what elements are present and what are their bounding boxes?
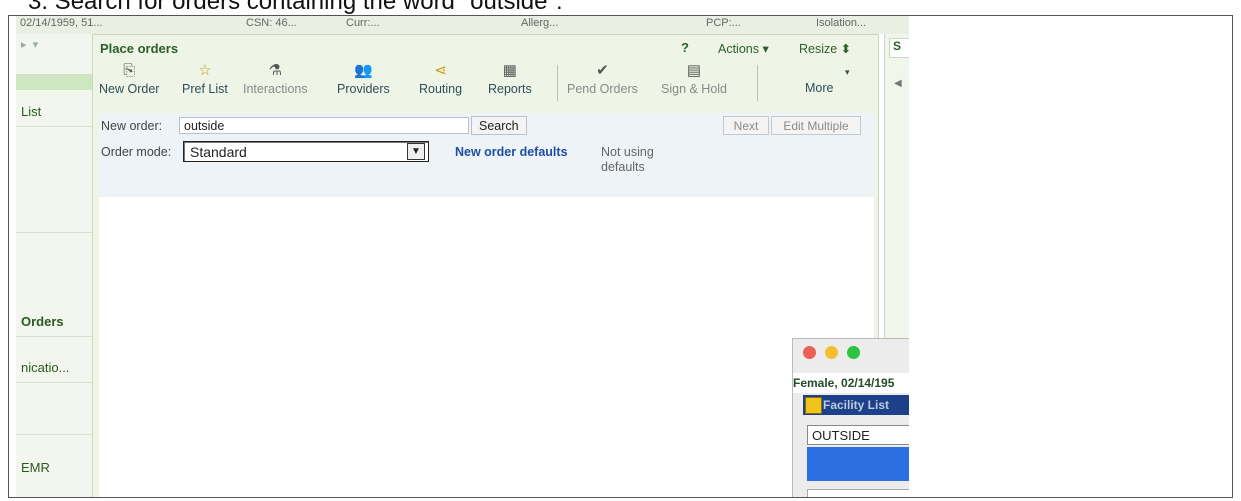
defaults-status: Not using defaults bbox=[601, 145, 654, 174]
interactions-label: Interactions bbox=[243, 82, 308, 96]
right-panel-tab[interactable]: S bbox=[889, 38, 909, 58]
new-order-button[interactable]: ⎘ New Order bbox=[99, 61, 159, 96]
pend-orders-icon: ✔ bbox=[596, 62, 609, 79]
minimize-icon[interactable] bbox=[825, 346, 838, 359]
new-order-icon: ⎘ bbox=[123, 62, 136, 79]
facility-results-list[interactable] bbox=[807, 489, 909, 497]
order-mode-label: Order mode: bbox=[101, 145, 172, 159]
toolbar-separator bbox=[557, 65, 558, 101]
new-order-label-text: New order: bbox=[101, 119, 163, 133]
patient-curr: Curr:... bbox=[346, 17, 380, 29]
popup-title-text: Facility List bbox=[823, 398, 890, 412]
sidebar-divider bbox=[16, 382, 94, 383]
help-button[interactable]: ? bbox=[681, 40, 689, 55]
sidebar-selection bbox=[16, 74, 94, 90]
facility-results-header bbox=[807, 447, 909, 481]
sidebar-item-list[interactable]: List bbox=[21, 104, 41, 119]
patient-allergies: Allerg... bbox=[521, 17, 559, 29]
providers-icon: 👥 bbox=[354, 62, 374, 79]
sidebar-item-emr[interactable]: EMR bbox=[21, 460, 50, 475]
zoom-icon[interactable] bbox=[847, 346, 860, 359]
patient-header-bar: 02/14/1959, 51... CSN: 46... Curr:... Al… bbox=[16, 16, 909, 34]
pend-orders-label: Pend Orders bbox=[567, 82, 638, 96]
patient-dob: 02/14/1959, 51... bbox=[20, 17, 103, 29]
sidebar-divider bbox=[16, 232, 94, 233]
providers-button[interactable]: 👥 Providers bbox=[337, 61, 390, 96]
order-results-area bbox=[99, 197, 874, 497]
resize-menu[interactable]: Resize ⬍ bbox=[799, 41, 851, 56]
patient-pcp: PCP:... bbox=[706, 17, 741, 29]
popup-patient-info: Female, 02/14/195 bbox=[793, 373, 909, 393]
reports-label: Reports bbox=[488, 82, 532, 96]
search-button[interactable]: Search bbox=[471, 116, 527, 135]
popup-window-title: Facility List bbox=[803, 395, 909, 415]
order-entry-area: New order: outside Search Next Edit Mult… bbox=[99, 113, 874, 197]
sign-hold-button[interactable]: ▤ Sign & Hold bbox=[661, 61, 727, 96]
sidebar-item-orders[interactable]: Orders bbox=[21, 314, 64, 329]
new-order-input[interactable]: outside bbox=[179, 117, 469, 134]
more-chevron-icon: ▾ bbox=[845, 67, 850, 77]
pref-list-label: Pref List bbox=[182, 82, 228, 96]
reports-button[interactable]: ▦ Reports bbox=[488, 61, 532, 96]
providers-label: Providers bbox=[337, 82, 390, 96]
order-mode-select[interactable]: Standard bbox=[183, 141, 429, 162]
activity-sidebar: ▸ ▾ List Orders nicatio... EMR bbox=[16, 34, 97, 497]
close-icon[interactable] bbox=[803, 346, 816, 359]
sidebar-divider bbox=[16, 126, 94, 127]
nav-arrows-icon[interactable]: ▸ ▾ bbox=[21, 38, 38, 51]
actions-menu[interactable]: Actions ▾ bbox=[718, 41, 769, 56]
screenshot-frame: 02/14/1959, 51... CSN: 46... Curr:... Al… bbox=[8, 15, 1233, 498]
facility-search-input[interactable]: OUTSIDE bbox=[807, 425, 909, 445]
pref-list-icon: ☆ bbox=[198, 62, 212, 79]
patient-csn: CSN: 46... bbox=[246, 17, 297, 29]
new-order-defaults-link[interactable]: New order defaults bbox=[455, 145, 568, 159]
routing-icon: ⋖ bbox=[434, 62, 447, 79]
interactions-button[interactable]: ⚗ Interactions bbox=[243, 61, 308, 96]
routing-label: Routing bbox=[419, 82, 463, 96]
sign-hold-icon: ▤ bbox=[686, 62, 702, 79]
panel-title: Place orders bbox=[100, 41, 179, 56]
sidebar-divider bbox=[16, 434, 94, 435]
edit-multiple-button[interactable]: Edit Multiple bbox=[771, 116, 861, 135]
facility-list-popup: Female, 02/14/195 Facility List OUTSIDE bbox=[792, 338, 909, 497]
next-button[interactable]: Next bbox=[723, 116, 769, 135]
pref-list-button[interactable]: ☆ Pref List bbox=[182, 61, 228, 96]
new-order-label: New Order bbox=[99, 82, 160, 96]
facility-list-icon bbox=[805, 397, 822, 414]
more-label: More bbox=[805, 81, 834, 95]
toolbar-separator bbox=[757, 65, 758, 101]
routing-button[interactable]: ⋖ Routing bbox=[419, 61, 462, 96]
epic-window: 02/14/1959, 51... CSN: 46... Curr:... Al… bbox=[16, 16, 909, 497]
sidebar-divider bbox=[16, 336, 94, 337]
more-button[interactable]: More ▾ bbox=[805, 67, 850, 95]
place-orders-panel: Place orders ? Actions ▾ Resize ⬍ ⎘ New … bbox=[92, 34, 879, 497]
chevron-down-icon[interactable]: ▼ bbox=[407, 143, 425, 160]
reports-icon: ▦ bbox=[502, 62, 517, 79]
left-arrow-icon[interactable]: ◀ bbox=[894, 78, 902, 89]
sign-hold-label: Sign & Hold bbox=[661, 82, 728, 96]
pend-orders-button[interactable]: ✔ Pend Orders bbox=[567, 61, 638, 96]
instruction-caption: 3. Search for orders containing the word… bbox=[28, 0, 563, 15]
patient-isolation: Isolation... bbox=[816, 17, 867, 29]
sidebar-item-communication[interactable]: nicatio... bbox=[21, 360, 69, 375]
interactions-icon: ⚗ bbox=[268, 62, 283, 79]
orders-toolbar: ⎘ New Order ☆ Pref List ⚗ Interactions 👥… bbox=[93, 61, 878, 111]
